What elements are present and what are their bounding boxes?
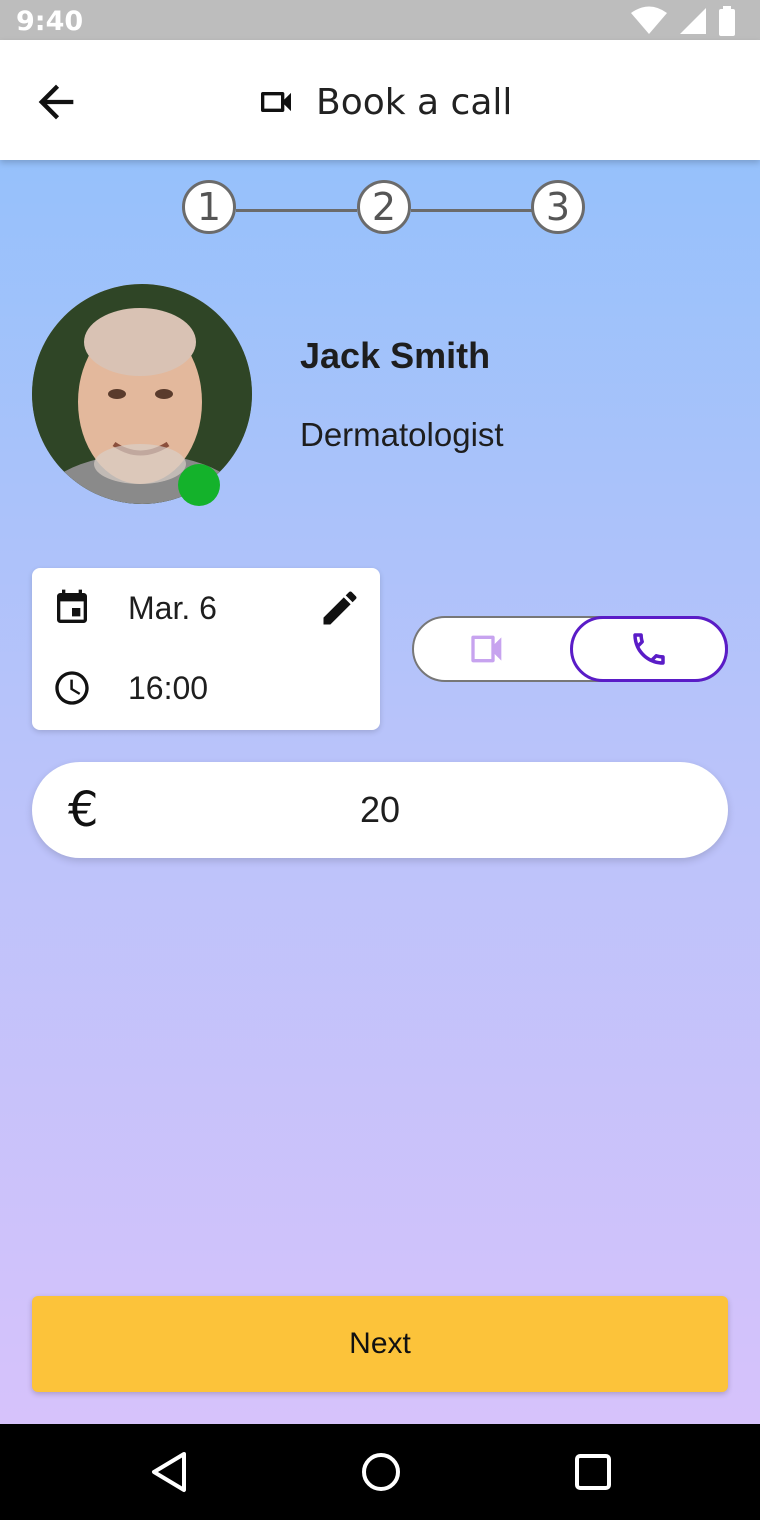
status-icons	[630, 6, 736, 36]
video-call-option[interactable]	[468, 632, 508, 666]
videocam-icon	[261, 92, 291, 112]
calendar-icon	[57, 589, 87, 623]
pencil-icon	[323, 591, 357, 625]
nav-home-button[interactable]	[357, 1448, 405, 1496]
step-connector	[411, 209, 536, 212]
time-row: 16:00	[52, 666, 208, 710]
stepper: 1 2 3	[182, 180, 590, 240]
appointment-time: 16:00	[128, 669, 209, 706]
wifi-icon	[631, 6, 667, 34]
page-title: Book a call	[316, 81, 513, 123]
battery-icon	[719, 6, 735, 36]
main-content: 1 2 3 Jack Smith Dermatologist Mar. 6 16…	[0, 160, 760, 1424]
signal-icon	[680, 8, 706, 34]
app-bar: Book a call	[0, 40, 760, 160]
step-1[interactable]: 1	[182, 180, 236, 234]
phone-icon	[633, 633, 665, 665]
step-connector	[236, 209, 357, 212]
doctor-avatar	[32, 284, 252, 506]
doctor-name: Jack Smith	[300, 335, 491, 376]
appointment-date: Mar. 6	[128, 589, 217, 626]
nav-recents-button[interactable]	[569, 1448, 617, 1496]
nav-back-button[interactable]	[146, 1448, 194, 1496]
triangle-back-icon	[152, 1452, 186, 1492]
doctor-specialty: Dermatologist	[300, 416, 504, 453]
back-button[interactable]	[30, 76, 82, 128]
step-3[interactable]: 3	[531, 180, 585, 234]
appointment-card: Mar. 6 16:00	[32, 568, 380, 730]
step-2[interactable]: 2	[357, 180, 411, 234]
price-field[interactable]: € 20	[32, 762, 728, 858]
circle-home-icon	[362, 1453, 400, 1491]
audio-call-option[interactable]	[570, 616, 728, 682]
status-time: 9:40	[16, 6, 84, 37]
square-recents-icon	[575, 1454, 611, 1490]
videocam-icon	[471, 635, 502, 663]
status-bar: 9:40	[0, 0, 760, 40]
avatar-portrait	[32, 284, 252, 504]
next-button[interactable]: Next	[32, 1296, 728, 1392]
date-row: Mar. 6	[52, 586, 217, 630]
app-title: Book a call	[256, 76, 512, 128]
online-status-indicator	[178, 464, 220, 506]
price-value: 20	[359, 789, 401, 830]
arrow-back-icon	[38, 84, 74, 120]
system-nav-bar	[0, 1424, 760, 1520]
clock-icon	[55, 671, 89, 705]
call-type-toggle	[412, 616, 728, 682]
edit-appointment-button[interactable]	[318, 586, 362, 630]
